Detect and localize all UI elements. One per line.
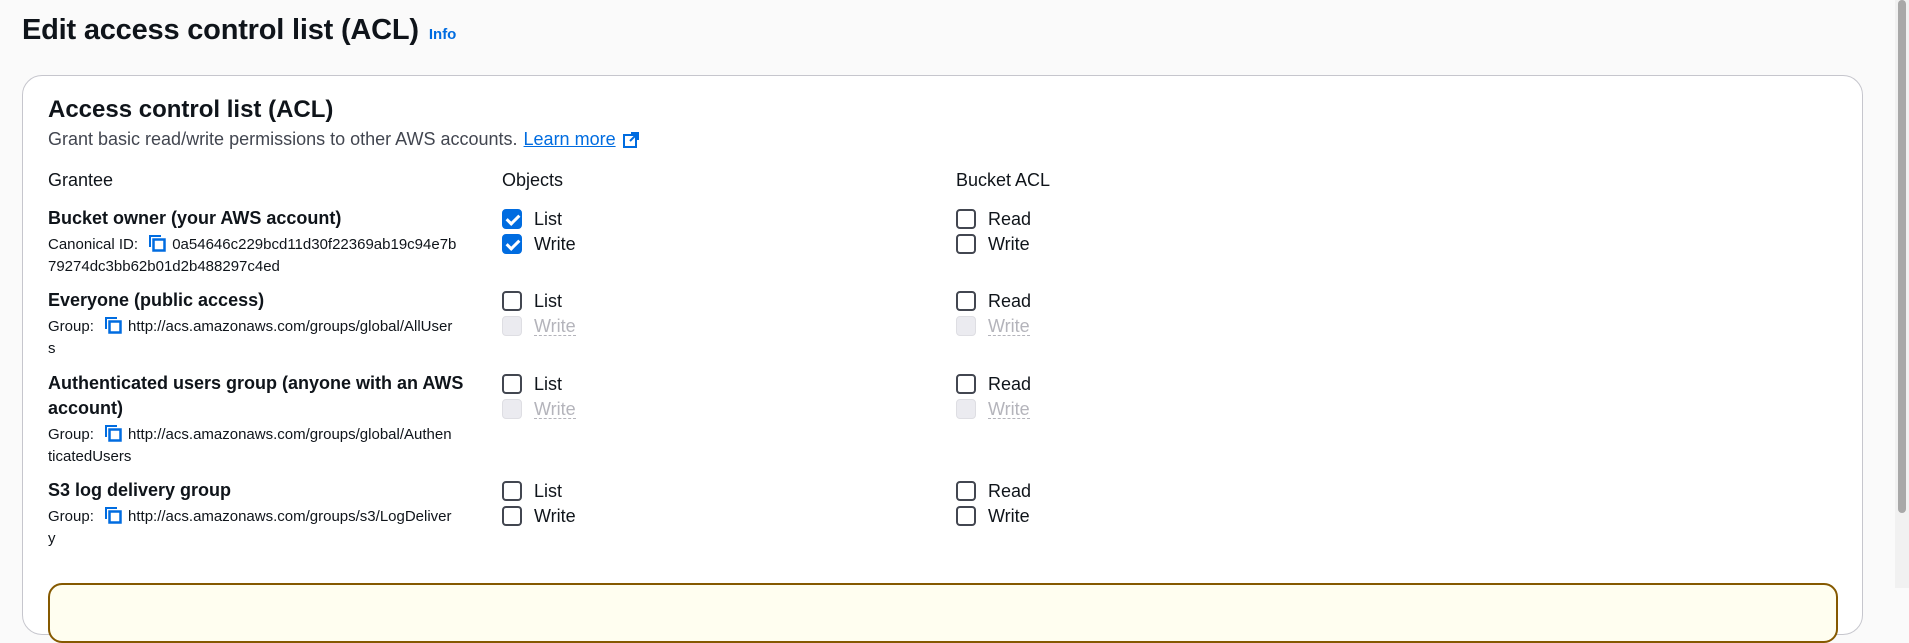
checkbox-checked[interactable] xyxy=(502,234,522,254)
group-uri-line2: s xyxy=(48,340,56,357)
page-title: Edit access control list (ACL) xyxy=(22,14,419,46)
canonical-id-line2: 79274dc3bb62b01d2b488297c4ed xyxy=(48,258,280,275)
group-uri-line1: http://acs.amazonaws.com/groups/global/A… xyxy=(128,426,452,443)
owner-acl-read[interactable]: Read xyxy=(956,208,1031,230)
grantee-name-s3-log-delivery: S3 log delivery group xyxy=(48,480,232,500)
panel-description: Grant basic read/write permissions to ot… xyxy=(48,129,640,150)
column-header-grantee: Grantee xyxy=(48,170,114,190)
group-uri-line1: http://acs.amazonaws.com/groups/s3/LogDe… xyxy=(128,508,452,525)
auth-objects-write: Write xyxy=(502,398,576,420)
canonical-id-line1: 0a54646c229bcd11d30f22369ab19c94e7b xyxy=(172,236,457,253)
checkbox[interactable] xyxy=(956,209,976,229)
everyone-objects-list[interactable]: List xyxy=(502,290,562,312)
external-link-icon[interactable] xyxy=(622,131,640,149)
grantee-id-everyone: Group: http://acs.amazonaws.com/groups/g… xyxy=(48,315,488,360)
grantee-name-authenticated-users: Authenticated users group (anyone with a… xyxy=(48,371,468,421)
checkbox[interactable] xyxy=(502,374,522,394)
panel-description-text: Grant basic read/write permissions to ot… xyxy=(48,129,518,149)
page-header: Edit access control list (ACL) Info xyxy=(22,14,456,47)
owner-objects-write[interactable]: Write xyxy=(502,233,576,255)
checkbox[interactable] xyxy=(956,481,976,501)
grantee-id-s3-log-delivery: Group: http://acs.amazonaws.com/groups/s… xyxy=(48,505,488,550)
copy-icon[interactable] xyxy=(147,233,167,253)
info-link[interactable]: Info xyxy=(429,26,457,43)
checkbox[interactable] xyxy=(502,481,522,501)
owner-acl-write[interactable]: Write xyxy=(956,233,1030,255)
checkbox-label: Write xyxy=(534,398,576,419)
panel-title: Access control list (ACL) xyxy=(48,96,334,123)
group-uri-line2: ticatedUsers xyxy=(48,448,132,465)
checkbox-label: Read xyxy=(988,290,1032,311)
checkbox[interactable] xyxy=(956,234,976,254)
grantee-id-label: Group: xyxy=(48,426,94,443)
checkbox-label: Write xyxy=(534,315,576,336)
grantee-name-line1: Authenticated users group (anyone with a… xyxy=(48,373,464,393)
checkbox-label: List xyxy=(534,290,563,311)
checkbox[interactable] xyxy=(956,291,976,311)
checkbox-label: Write xyxy=(988,398,1030,419)
scrollbar-thumb[interactable] xyxy=(1898,0,1906,513)
grantee-id-label: Group: xyxy=(48,318,94,335)
checkbox-label: List xyxy=(534,373,563,394)
checkbox[interactable] xyxy=(956,374,976,394)
grantee-name-everyone: Everyone (public access) xyxy=(48,290,265,310)
group-uri-line1: http://acs.amazonaws.com/groups/global/A… xyxy=(128,318,453,335)
owner-objects-list[interactable]: List xyxy=(502,208,562,230)
grantee-name-bucket-owner: Bucket owner (your AWS account) xyxy=(48,208,342,228)
warning-alert xyxy=(48,583,1838,643)
logdelivery-acl-read[interactable]: Read xyxy=(956,480,1031,502)
grantee-name-line2: account) xyxy=(48,398,124,418)
logdelivery-acl-write[interactable]: Write xyxy=(956,505,1030,527)
vertical-scrollbar[interactable] xyxy=(1895,0,1909,588)
auth-acl-write: Write xyxy=(956,398,1030,420)
checkbox-label: List xyxy=(534,208,563,229)
column-header-objects: Objects xyxy=(502,170,564,190)
checkbox-label: Read xyxy=(988,208,1032,229)
logdelivery-objects-list[interactable]: List xyxy=(502,480,562,502)
checkbox-label: Write xyxy=(988,233,1030,254)
checkbox[interactable] xyxy=(502,506,522,526)
checkbox-disabled xyxy=(956,399,976,419)
checkbox-label: Write xyxy=(988,505,1030,526)
checkbox-label: Write xyxy=(534,233,576,254)
copy-icon[interactable] xyxy=(103,315,123,335)
checkbox-label: Read xyxy=(988,373,1032,394)
everyone-acl-write: Write xyxy=(956,315,1030,337)
checkbox-label: List xyxy=(534,480,563,501)
checkbox-label: Read xyxy=(988,480,1032,501)
checkbox-disabled xyxy=(502,316,522,336)
copy-icon[interactable] xyxy=(103,505,123,525)
auth-objects-list[interactable]: List xyxy=(502,373,562,395)
checkbox-label: Write xyxy=(988,315,1030,336)
everyone-objects-write: Write xyxy=(502,315,576,337)
auth-acl-read[interactable]: Read xyxy=(956,373,1031,395)
checkbox[interactable] xyxy=(956,506,976,526)
learn-more-link[interactable]: Learn more xyxy=(524,129,616,150)
checkbox-label: Write xyxy=(534,505,576,526)
checkbox-disabled xyxy=(956,316,976,336)
checkbox[interactable] xyxy=(502,291,522,311)
everyone-acl-read[interactable]: Read xyxy=(956,290,1031,312)
grantee-id-label: Canonical ID: xyxy=(48,236,139,253)
grantee-id-label: Group: xyxy=(48,508,94,525)
grantee-id-bucket-owner: Canonical ID: 0a54646c229bcd11d30f22369a… xyxy=(48,233,488,278)
acl-panel: Access control list (ACL) Grant basic re… xyxy=(22,75,1863,643)
grantee-id-authenticated-users: Group: http://acs.amazonaws.com/groups/g… xyxy=(48,423,488,468)
group-uri-line2: y xyxy=(48,530,56,547)
checkbox-disabled xyxy=(502,399,522,419)
logdelivery-objects-write[interactable]: Write xyxy=(502,505,576,527)
copy-icon[interactable] xyxy=(103,423,123,443)
column-header-bucket-acl: Bucket ACL xyxy=(956,170,1051,190)
checkbox-checked[interactable] xyxy=(502,209,522,229)
